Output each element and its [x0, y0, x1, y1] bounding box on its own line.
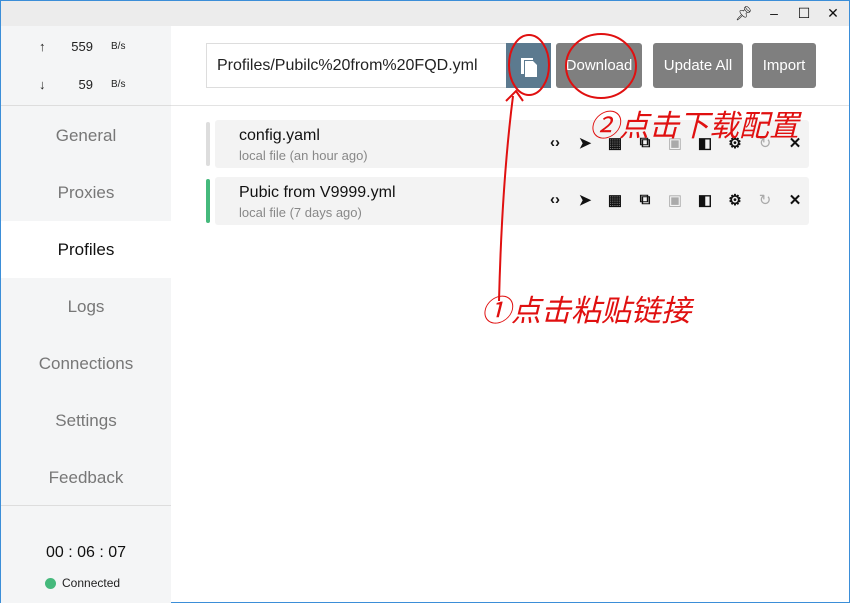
- title-bar: 📌︎ – ☐ ✕: [1, 1, 849, 26]
- connection-status: Connected: [45, 576, 120, 590]
- maximize-icon[interactable]: ☐: [792, 3, 816, 23]
- paste-icon: [520, 57, 537, 77]
- profile-name: Pubic from V9999.yml: [239, 184, 396, 201]
- profile-source: local file (7 days ago): [239, 205, 362, 220]
- profile-item[interactable]: Pubic from V9999.yml local file (7 days …: [206, 177, 809, 225]
- close-icon[interactable]: ✕: [821, 3, 845, 23]
- copy-icon[interactable]: ⧉: [630, 191, 660, 209]
- qr-code-icon[interactable]: ▣: [660, 191, 690, 209]
- selection-indicator: [206, 122, 210, 166]
- pin-icon[interactable]: 📌︎: [732, 3, 756, 23]
- table-icon[interactable]: ▦: [600, 191, 630, 209]
- upload-value: 559: [71, 39, 93, 54]
- download-button[interactable]: Download: [556, 43, 642, 88]
- upload-unit: B/s: [111, 41, 126, 52]
- status-label: Connected: [62, 576, 121, 590]
- send-icon[interactable]: ➤: [570, 191, 600, 209]
- code-icon[interactable]: ‹›: [540, 134, 570, 152]
- sidebar: ↑ 559 B/s ↓ 59 B/s General Proxies Profi…: [1, 26, 171, 603]
- status-dot-icon: [45, 577, 56, 589]
- annotation-step1: ①点击粘贴链接: [481, 294, 691, 329]
- profile-source: local file (an hour ago): [239, 148, 368, 163]
- download-unit: B/s: [111, 79, 126, 90]
- sidebar-item-general[interactable]: General: [1, 107, 171, 164]
- annotation-step2: ②点击下载配置: [589, 109, 799, 144]
- divider: [1, 505, 171, 506]
- gear-icon[interactable]: ⚙: [720, 191, 750, 209]
- sidebar-item-settings[interactable]: Settings: [1, 392, 171, 449]
- sidebar-item-profiles[interactable]: Profiles: [1, 221, 171, 278]
- profile-url-input[interactable]: Profiles/Pubilc%20from%20FQD.yml: [206, 43, 506, 88]
- import-button[interactable]: Import: [752, 43, 816, 88]
- paste-button[interactable]: [506, 43, 551, 88]
- sidebar-item-connections[interactable]: Connections: [1, 335, 171, 392]
- upload-arrow-icon: ↑: [39, 39, 46, 54]
- code-icon[interactable]: ‹›: [540, 191, 570, 209]
- refresh-icon[interactable]: ↻: [750, 191, 780, 209]
- download-value: 59: [78, 77, 93, 92]
- sidebar-item-proxies[interactable]: Proxies: [1, 164, 171, 221]
- sidebar-item-logs[interactable]: Logs: [1, 278, 171, 335]
- file-compare-icon[interactable]: ◧: [690, 191, 720, 209]
- close-icon[interactable]: ✕: [780, 191, 810, 209]
- profile-name: config.yaml: [239, 127, 320, 144]
- divider: [1, 105, 171, 106]
- uptime-timer: 00 : 06 : 07: [45, 544, 127, 561]
- sidebar-item-feedback[interactable]: Feedback: [1, 449, 171, 506]
- update-all-button[interactable]: Update All: [653, 43, 743, 88]
- selection-indicator: [206, 179, 210, 223]
- download-arrow-icon: ↓: [39, 77, 46, 92]
- minimize-icon[interactable]: –: [762, 3, 786, 23]
